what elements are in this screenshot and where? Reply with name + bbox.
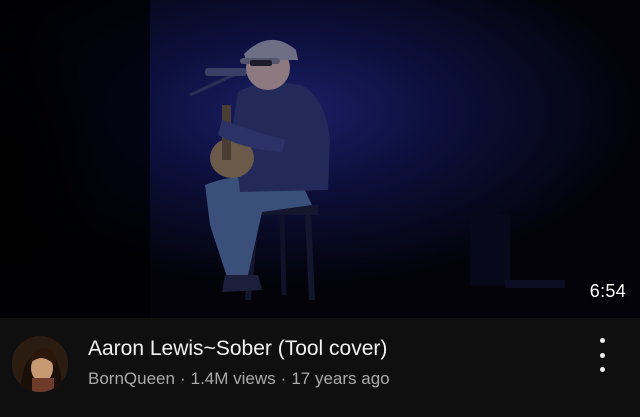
channel-avatar[interactable] bbox=[12, 336, 68, 392]
video-metadata: BornQueen · 1.4M views · 17 years ago bbox=[88, 368, 390, 390]
video-details: Aaron Lewis~Sober (Tool cover) BornQueen… bbox=[0, 318, 640, 417]
separator: · bbox=[179, 369, 186, 388]
video-duration-badge: 6:54 bbox=[589, 281, 626, 301]
video-thumbnail[interactable]: 6:54 bbox=[0, 0, 640, 318]
avatar-image bbox=[12, 336, 68, 392]
video-card[interactable]: 6:54 Aaron Lewis~Sober (Tool cover) Born… bbox=[0, 0, 640, 417]
channel-name[interactable]: BornQueen bbox=[88, 369, 175, 388]
concert-performer-thumbnail bbox=[0, 0, 640, 318]
video-title[interactable]: Aaron Lewis~Sober (Tool cover) bbox=[88, 336, 387, 362]
menu-dot bbox=[599, 352, 605, 358]
upload-age: 17 years ago bbox=[291, 369, 390, 388]
separator: · bbox=[280, 369, 287, 388]
menu-dot bbox=[599, 367, 605, 372]
menu-dot bbox=[599, 338, 605, 343]
view-count: 1.4M views bbox=[190, 369, 276, 388]
more-vert-icon[interactable] bbox=[590, 338, 614, 372]
